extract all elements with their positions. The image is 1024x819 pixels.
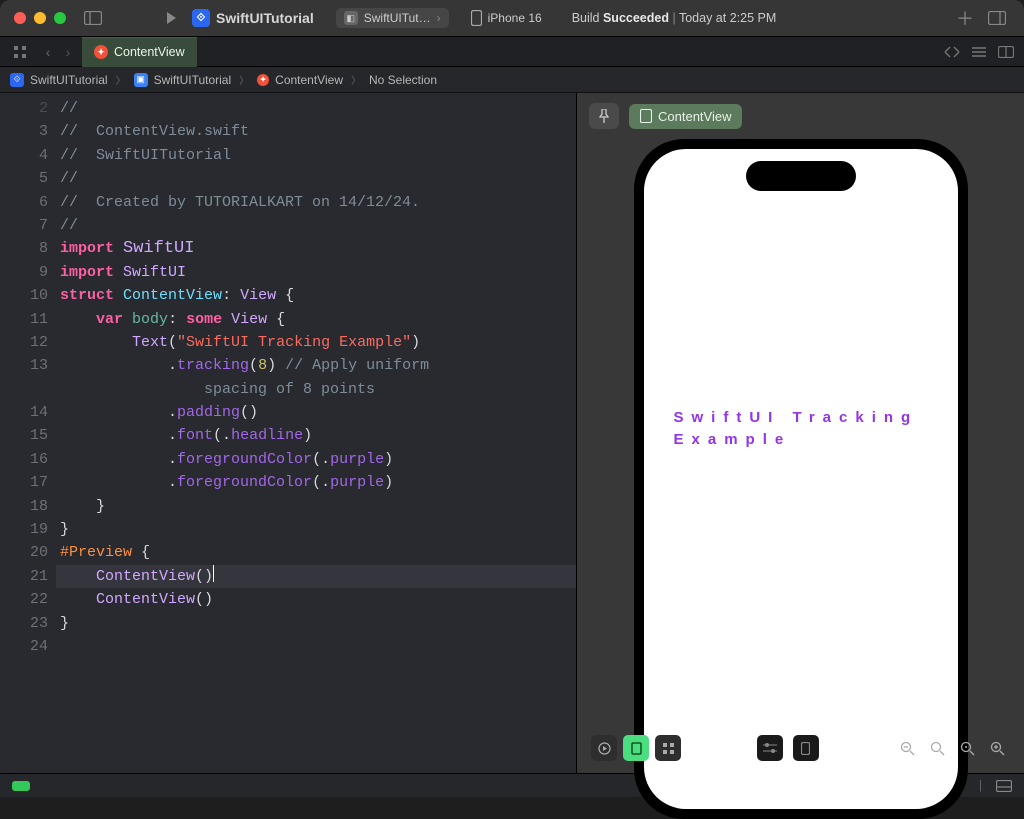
window-titlebar: ⟐ SwiftUITutorial ◧ SwiftUITut… › iPhone… [0,0,1024,37]
nav-back-button[interactable]: ‹ [38,44,58,60]
variants-button[interactable] [655,735,681,761]
chevron-right-icon: 〉 [351,72,361,87]
build-time: Today at 2:25 PM [679,11,776,25]
window-close-button[interactable] [14,12,26,24]
activity-status[interactable]: Build Succeeded | Today at 2:25 PM [572,11,777,25]
preview-canvas: ContentView SwiftUI Tracking Example [576,93,1024,773]
live-preview-button[interactable] [591,735,617,761]
app-icon: ⟐ [192,9,210,27]
preview-selector[interactable]: ContentView [629,104,742,129]
project-icon: ⟐ [10,73,24,87]
tab-label: ContentView [114,45,185,59]
canvas-toolbar [577,735,1024,761]
zoom-actual-button[interactable] [924,735,950,761]
preview-label: ContentView [658,109,731,124]
toggle-debug-area-button[interactable] [996,780,1012,792]
device-name: iPhone 16 [488,11,542,25]
nav-forward-button[interactable]: › [58,44,78,60]
zoom-in-button[interactable] [984,735,1010,761]
adjust-editor-button[interactable] [972,46,986,58]
editor-split: 23456789101112131415161718192021222324 /… [0,93,1024,773]
scheme-pill[interactable]: ◧ SwiftUITut… › [336,8,449,28]
history-nav: ‹ › [38,44,78,60]
editor-tabbar: ‹ › ✦ ContentView [0,37,1024,67]
toggle-inspector-button[interactable] [984,7,1010,29]
pin-preview-button[interactable] [589,103,619,129]
editor-layout-button[interactable] [998,46,1014,58]
breadcrumb-selection[interactable]: No Selection [369,73,437,87]
library-button[interactable]: ＋ [956,5,974,31]
jump-bar-icon[interactable] [944,46,960,58]
run-destination[interactable]: iPhone 16 [471,7,550,29]
chevron-right-icon: 〉 [116,72,126,87]
breadcrumb-folder[interactable]: SwiftUITutorial [154,73,232,87]
window-zoom-button[interactable] [54,12,66,24]
app-mini-icon: ◧ [344,11,358,25]
device-settings-button[interactable] [757,735,783,761]
selectable-preview-button[interactable] [623,735,649,761]
status-indicator[interactable] [12,781,30,791]
chevron-right-icon: › [437,11,441,25]
window-minimize-button[interactable] [34,12,46,24]
breadcrumb-file[interactable]: ContentView [275,73,343,87]
related-items-button[interactable] [6,45,34,59]
chevron-right-icon: 〉 [239,72,249,87]
device-frame: SwiftUI Tracking Example [634,139,968,819]
jump-bar[interactable]: ⟐ SwiftUITutorial 〉 ▣ SwiftUITutorial 〉 … [0,67,1024,93]
breadcrumb-project[interactable]: SwiftUITutorial [30,73,108,87]
build-result: Succeeded [603,11,669,25]
source-editor[interactable]: 23456789101112131415161718192021222324 /… [0,93,576,773]
preview-device-button[interactable] [793,735,819,761]
zoom-out-button[interactable] [894,735,920,761]
run-button[interactable] [158,7,184,29]
dynamic-island [746,161,856,191]
scheme-short-label: SwiftUITut… [364,11,431,25]
line-gutter: 23456789101112131415161718192021222324 [0,93,60,773]
preview-file-icon [640,109,652,123]
swift-file-icon: ✦ [257,74,269,86]
scheme-name: SwiftUITutorial [216,10,314,26]
code-content[interactable]: //// ContentView.swift// SwiftUITutorial… [60,93,576,773]
device-screen[interactable]: SwiftUI Tracking Example [644,149,958,809]
folder-icon: ▣ [134,73,148,87]
traffic-lights [14,12,66,24]
swift-file-icon: ✦ [94,45,108,59]
scheme-selector[interactable]: ⟐ SwiftUITutorial [192,9,314,27]
toggle-navigator-button[interactable] [80,7,106,29]
zoom-fit-button[interactable] [954,735,980,761]
phone-icon [471,10,482,26]
tab-contentview[interactable]: ✦ ContentView [82,37,197,67]
preview-text: SwiftUI Tracking Example [644,407,958,452]
